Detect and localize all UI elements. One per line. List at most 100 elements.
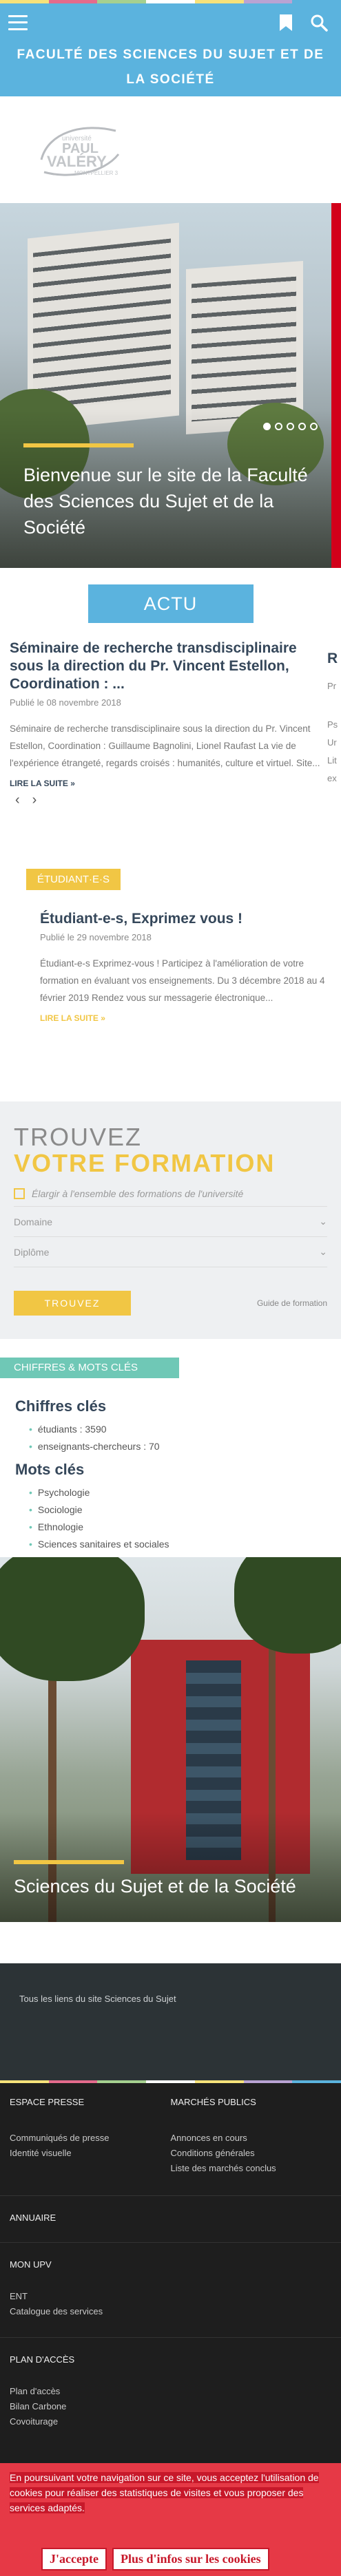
list-item[interactable]: Sociologie bbox=[29, 1501, 327, 1519]
finder-heading-line1: TROUVEZ bbox=[14, 1123, 143, 1151]
footer-link[interactable]: Communiqués de presse bbox=[10, 2131, 171, 2146]
logo-zone: université PAUL VALÉRY MONTPELLIER 3 bbox=[0, 96, 341, 203]
news-item: Étudiant-e-s, Exprimez vous ! Publié le … bbox=[40, 910, 329, 1023]
slider-dot[interactable] bbox=[298, 423, 306, 430]
svg-text:VALÉRY: VALÉRY bbox=[47, 153, 107, 170]
top-bar bbox=[0, 3, 341, 41]
checkbox[interactable] bbox=[14, 1188, 25, 1199]
news-peek-line: Ps bbox=[327, 719, 338, 730]
key-figures-list: étudiants : 3590 enseignants-chercheurs … bbox=[29, 1421, 327, 1455]
all-links-link[interactable]: Tous les liens du site Sciences du Sujet bbox=[19, 1994, 176, 2004]
keywords-heading: Mots clés bbox=[15, 1461, 85, 1478]
news-date: Publié le 29 novembre 2018 bbox=[40, 932, 152, 942]
domain-select-value: Domaine bbox=[14, 1216, 53, 1227]
footer-link[interactable]: Conditions générales bbox=[171, 2146, 332, 2161]
list-item: étudiants : 3590 bbox=[29, 1421, 327, 1438]
news-peek-title[interactable]: R 2 bbox=[327, 650, 341, 668]
category-tag[interactable]: ÉTUDIANT·E·S bbox=[26, 869, 121, 890]
footer-section-directory: ANNUAIRE bbox=[0, 2195, 341, 2223]
news-peek-line: Lit bbox=[327, 755, 337, 766]
hero-building-windows bbox=[33, 238, 171, 412]
footer-columns: ESPACE PRESSE Communiqués de presse Iden… bbox=[0, 2083, 341, 2176]
news-heading: ACTU bbox=[87, 584, 254, 623]
footer-link[interactable]: Covoiturage bbox=[10, 2414, 331, 2429]
accept-cookies-button[interactable]: J'accepte bbox=[41, 2548, 107, 2570]
slider-dots bbox=[263, 423, 318, 430]
slider-dot[interactable] bbox=[287, 423, 294, 430]
bookmark-icon[interactable] bbox=[272, 9, 300, 36]
cookie-banner: En poursuivant votre navigation sur ce s… bbox=[0, 2463, 341, 2576]
hero-building-2-windows bbox=[192, 276, 296, 422]
hero-red-edge bbox=[331, 203, 341, 568]
news-item: Séminaire de recherche transdisciplinair… bbox=[0, 623, 331, 788]
footer-section-myupv: MON UPV ENT Catalogue des services bbox=[0, 2242, 341, 2319]
search-icon[interactable] bbox=[305, 9, 333, 36]
footer-rainbow bbox=[0, 2080, 341, 2083]
slider-dot[interactable] bbox=[263, 423, 271, 430]
hamburger-icon[interactable] bbox=[8, 14, 28, 30]
campus-photo-band[interactable]: Sciences du Sujet et de la Société bbox=[0, 1557, 341, 1922]
keywords-list: Psychologie Sociologie Ethnologie Scienc… bbox=[29, 1484, 327, 1553]
band-accent-bar bbox=[14, 1860, 124, 1864]
cookie-actions: J'accepte Plus d'infos sur les cookies bbox=[41, 2548, 269, 2570]
prev-arrow-icon[interactable]: ‹ bbox=[15, 792, 20, 808]
band-title[interactable]: Sciences du Sujet et de la Société bbox=[14, 1876, 296, 1897]
finder-actions: TROUVEZ Guide de formation bbox=[14, 1291, 327, 1316]
news-peek-line: Ur bbox=[327, 737, 337, 748]
news-excerpt: Étudiant-e-s Exprimez-vous ! Participez … bbox=[40, 958, 325, 1003]
diploma-select[interactable]: Diplôme ⌄ bbox=[14, 1237, 327, 1267]
footer-heading[interactable]: ESPACE PRESSE bbox=[10, 2097, 171, 2107]
footer-link[interactable]: Liste des marchés conclus bbox=[171, 2161, 332, 2176]
footer-heading[interactable]: MON UPV bbox=[10, 2259, 331, 2270]
read-more-link[interactable]: LIRE LA SUITE » bbox=[10, 779, 321, 788]
footer-link[interactable]: Annonces en cours bbox=[171, 2131, 332, 2146]
site-title[interactable]: Faculté des Sciences du Sujet et de la S… bbox=[0, 41, 341, 92]
finder-search-row[interactable]: Élargir à l'ensemble des formations de l… bbox=[14, 1188, 327, 1207]
course-finder: TROUVEZ VOTRE FORMATION Élargir à l'ense… bbox=[0, 1101, 341, 1339]
slider-dot[interactable] bbox=[275, 423, 282, 430]
next-arrow-icon[interactable]: › bbox=[32, 792, 37, 808]
footer-column-press: ESPACE PRESSE Communiqués de presse Iden… bbox=[10, 2097, 171, 2176]
news-peek-line: ex bbox=[327, 773, 337, 783]
hero-slider[interactable]: Bienvenue sur le site de la Faculté des … bbox=[0, 203, 341, 568]
domain-select[interactable]: Domaine ⌄ bbox=[14, 1207, 327, 1237]
list-item: enseignants-chercheurs : 70 bbox=[29, 1438, 327, 1455]
footer-heading[interactable]: PLAN D'ACCÈS bbox=[10, 2354, 331, 2365]
news-date: Publié le 08 novembre 2018 bbox=[10, 697, 121, 708]
diploma-select-value: Diplôme bbox=[14, 1246, 50, 1258]
footer-link[interactable]: Bilan Carbone bbox=[10, 2399, 331, 2414]
footer-heading[interactable]: ANNUAIRE bbox=[10, 2213, 331, 2223]
news-title[interactable]: Étudiant-e-s, Exprimez vous ! bbox=[40, 910, 329, 928]
chevron-down-icon: ⌄ bbox=[319, 1246, 327, 1257]
band-overlay bbox=[0, 1812, 341, 1922]
news-excerpt: Séminaire de recherche transdisciplinair… bbox=[10, 724, 320, 768]
footer-section-access: PLAN D'ACCÈS Plan d'accès Bilan Carbone … bbox=[0, 2337, 341, 2429]
footer-link[interactable]: Identité visuelle bbox=[10, 2146, 171, 2161]
hero-title[interactable]: Bienvenue sur le site de la Faculté des … bbox=[23, 462, 313, 540]
finder-heading-line2: VOTRE FORMATION bbox=[14, 1149, 276, 1177]
university-logo[interactable]: université PAUL VALÉRY MONTPELLIER 3 bbox=[34, 118, 124, 182]
list-item[interactable]: Sciences sanitaires et sociales bbox=[29, 1536, 327, 1553]
news-title[interactable]: Séminaire de recherche transdisciplinair… bbox=[10, 640, 321, 693]
news-peek: R 2 Pr Ps Ur Lit ex bbox=[327, 650, 341, 788]
find-button[interactable]: TROUVEZ bbox=[14, 1291, 131, 1316]
finder-checkbox-label: Élargir à l'ensemble des formations de l… bbox=[32, 1188, 244, 1199]
read-more-link[interactable]: LIRE LA SUITE » bbox=[40, 1013, 329, 1023]
footer-link[interactable]: ENT bbox=[10, 2289, 331, 2304]
links-strip: Tous les liens du site Sciences du Sujet bbox=[0, 1963, 341, 2080]
footer-column-markets: MARCHÉS PUBLICS Annonces en cours Condit… bbox=[171, 2097, 332, 2176]
footer-link[interactable]: Catalogue des services bbox=[10, 2304, 331, 2319]
slider-dot[interactable] bbox=[310, 423, 318, 430]
cookie-info-button[interactable]: Plus d'infos sur les cookies bbox=[112, 2548, 269, 2570]
list-item[interactable]: Ethnologie bbox=[29, 1519, 327, 1536]
news-arrows: ‹ › bbox=[0, 788, 341, 808]
hero-accent-bar bbox=[23, 443, 134, 447]
svg-text:MONTPELLIER 3: MONTPELLIER 3 bbox=[74, 170, 118, 176]
chevron-down-icon: ⌄ bbox=[319, 1216, 327, 1227]
footer-link[interactable]: Plan d'accès bbox=[10, 2384, 331, 2399]
guide-link[interactable]: Guide de formation bbox=[257, 1298, 327, 1308]
footer-heading[interactable]: MARCHÉS PUBLICS bbox=[171, 2097, 332, 2107]
list-item[interactable]: Psychologie bbox=[29, 1484, 327, 1501]
key-figures-heading: Chiffres clés bbox=[15, 1397, 107, 1415]
site-header: Faculté des Sciences du Sujet et de la S… bbox=[0, 0, 341, 96]
